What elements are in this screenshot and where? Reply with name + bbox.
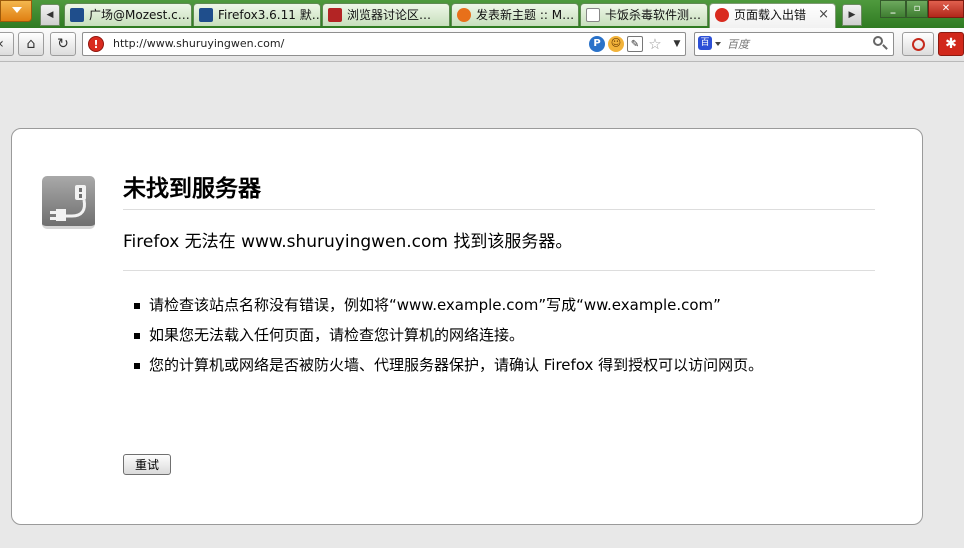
close-window-button[interactable]: ✕: [928, 0, 964, 18]
chevron-down-icon[interactable]: [715, 42, 721, 46]
address-bar[interactable]: ! http://www.shuruyingwen.com/ P ☺ ✎ ☆ ▼: [82, 32, 686, 56]
url-dropdown-icon[interactable]: ▼: [669, 36, 685, 52]
chevron-down-icon: [12, 7, 22, 13]
error-suggestions: 请检查该站点名称没有错误，例如将“www.example.com”写成“ww.e…: [134, 295, 818, 385]
addon-face-icon[interactable]: ☺: [608, 36, 624, 52]
error-favicon-icon: [715, 8, 729, 22]
reload-icon: ↻: [57, 36, 69, 52]
retry-button[interactable]: 重试: [123, 454, 171, 475]
firefox-menu-button[interactable]: [0, 0, 32, 22]
tab-strip: ◀ 广场@Mozest.c… Firefox3.6.11 默… 浏览器讨论区… …: [0, 0, 964, 28]
tab-2[interactable]: Firefox3.6.11 默…: [193, 3, 321, 26]
restore-window-button[interactable]: ▫: [906, 0, 928, 18]
home-icon: ⌂: [26, 36, 36, 52]
minimize-window-button[interactable]: _: [880, 0, 906, 18]
site-favicon-icon: [328, 8, 342, 22]
reload-button[interactable]: ↻: [50, 32, 76, 56]
adblock-button[interactable]: [902, 32, 934, 56]
network-plug-icon: [42, 176, 95, 229]
baidu-search-engine-icon[interactable]: 百: [698, 36, 712, 50]
back-button[interactable]: ‹: [0, 32, 14, 56]
page-content: 未找到服务器 Firefox 无法在 www.shuruyingwen.com …: [0, 63, 964, 548]
site-favicon-icon: [199, 8, 213, 22]
note-edit-icon[interactable]: ✎: [627, 36, 643, 52]
search-bar: 百: [694, 32, 894, 56]
tab-5[interactable]: 卡饭杀毒软件测…: [580, 3, 708, 26]
home-button[interactable]: ⌂: [18, 32, 44, 56]
tab-label: 页面载入出错: [734, 8, 807, 22]
list-item: 您的计算机或网络是否被防火墙、代理服务器保护，请确认 Firefox 得到授权可…: [134, 355, 818, 376]
block-icon: [911, 37, 925, 51]
addon-red-button[interactable]: ✱: [938, 32, 964, 56]
search-input[interactable]: [725, 35, 865, 53]
site-favicon-icon: [70, 8, 84, 22]
error-page-container: 未找到服务器 Firefox 无法在 www.shuruyingwen.com …: [11, 128, 923, 525]
tab-label: 发表新主题 :: M…: [476, 8, 575, 22]
tab-scroll-right-button[interactable]: ▶: [842, 4, 862, 26]
tab-label: 浏览器讨论区…: [347, 8, 432, 22]
search-icon[interactable]: [871, 35, 889, 53]
tab-6-active[interactable]: 页面载入出错 ×: [709, 3, 836, 28]
addon-p-icon[interactable]: P: [589, 36, 605, 52]
tab-4[interactable]: 发表新主题 :: M…: [451, 3, 579, 26]
tab-label: Firefox3.6.11 默…: [218, 8, 321, 22]
tab-scroll-left-button[interactable]: ◀: [40, 4, 60, 26]
tab-label: 卡饭杀毒软件测…: [605, 8, 702, 22]
error-short-description: Firefox 无法在 www.shuruyingwen.com 找到该服务器。: [123, 228, 875, 271]
site-identity-error-icon: !: [88, 36, 104, 52]
tab-1[interactable]: 广场@Mozest.c…: [64, 3, 192, 26]
list-item: 如果您无法载入任何页面，请检查您计算机的网络连接。: [134, 325, 818, 346]
error-title: 未找到服务器: [123, 173, 875, 210]
bookmark-star-icon[interactable]: ☆: [647, 36, 663, 52]
tab-label: 广场@Mozest.c…: [89, 8, 190, 22]
page-icon: [586, 8, 600, 22]
close-tab-icon[interactable]: ×: [818, 4, 829, 26]
firefox-icon: [457, 8, 471, 22]
tab-3[interactable]: 浏览器讨论区…: [322, 3, 450, 26]
back-arrow-icon: ‹: [0, 36, 4, 52]
addon-logo-icon: ✱: [945, 36, 957, 52]
navigation-toolbar: ‹ ⌂ ↻ ! http://www.shuruyingwen.com/ P ☺…: [0, 28, 964, 62]
url-text[interactable]: http://www.shuruyingwen.com/: [113, 33, 284, 55]
list-item: 请检查该站点名称没有错误，例如将“www.example.com”写成“ww.e…: [134, 295, 818, 316]
